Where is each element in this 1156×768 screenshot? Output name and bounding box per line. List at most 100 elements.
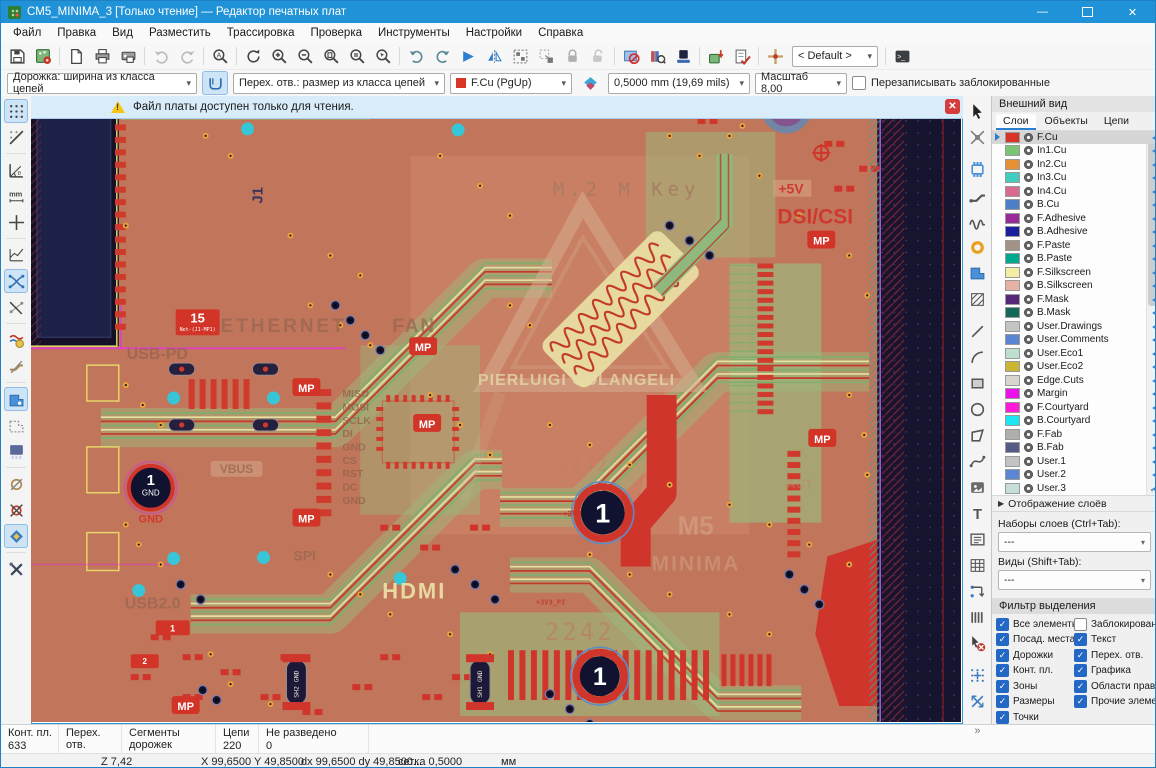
net-class-preset-select[interactable]: < Default >▾ — [792, 46, 878, 67]
add-textbox-button[interactable] — [965, 527, 989, 551]
layer-color-swatch[interactable] — [1005, 132, 1020, 143]
layer-color-swatch[interactable] — [1005, 361, 1020, 372]
add-stackup-table-button[interactable] — [965, 605, 989, 629]
layer-row-B.Fab[interactable]: B.Fab — [992, 441, 1156, 455]
ungroup-button[interactable] — [533, 44, 559, 68]
layer-color-swatch[interactable] — [1005, 415, 1020, 426]
layer-row-F.Cu[interactable]: F.Cu — [992, 131, 1156, 145]
layer-color-swatch[interactable] — [1005, 469, 1020, 480]
zoom-fit-objects-button[interactable] — [344, 44, 370, 68]
layer-row-F.Courtyard[interactable]: F.Courtyard — [992, 401, 1156, 415]
add-image-button[interactable] — [965, 475, 989, 499]
layer-visibility-eye-icon[interactable] — [1024, 349, 1033, 358]
menu-7[interactable]: Настройки — [458, 25, 530, 41]
layer-visibility-eye-icon[interactable] — [1024, 457, 1033, 466]
layer-row-In2.Cu[interactable]: In2.Cu — [992, 158, 1156, 172]
layer-color-swatch[interactable] — [1005, 213, 1020, 224]
layer-visibility-eye-icon[interactable] — [1024, 200, 1033, 209]
filter-checkbox[interactable]: ✓ — [996, 711, 1009, 724]
filter-item-10[interactable]: ✓Размеры — [996, 695, 1074, 709]
rotate-ccw-button[interactable] — [403, 44, 429, 68]
filter-checkbox[interactable]: ✓ — [996, 649, 1009, 662]
menu-4[interactable]: Трассировка — [219, 25, 303, 41]
filter-item-11[interactable]: ✓Прочие элементы — [1074, 695, 1156, 709]
layer-color-swatch[interactable] — [1005, 456, 1020, 467]
close-button[interactable]: ✕ — [1110, 1, 1155, 23]
filter-checkbox[interactable]: ✓ — [1074, 664, 1087, 677]
menu-2[interactable]: Вид — [104, 25, 141, 41]
layer-color-swatch[interactable] — [1005, 199, 1020, 210]
layer-color-swatch[interactable] — [1005, 348, 1020, 359]
layer-row-User.3[interactable]: User.3 — [992, 482, 1156, 496]
layer-visibility-eye-icon[interactable] — [1024, 362, 1033, 371]
add-table-button[interactable] — [965, 553, 989, 577]
layer-row-In4.Cu[interactable]: In4.Cu — [992, 185, 1156, 199]
track-width-select[interactable]: Дорожка: ширина из класса цепей▾ — [7, 73, 197, 94]
layer-color-swatch[interactable] — [1005, 321, 1020, 332]
filter-checkbox[interactable]: ✓ — [996, 633, 1009, 646]
zoom-fit-page-button[interactable] — [318, 44, 344, 68]
filter-item-5[interactable]: ✓Перех. отв. — [1074, 648, 1156, 662]
layer-visibility-eye-icon[interactable] — [1024, 322, 1033, 331]
layer-visibility-eye-icon[interactable] — [1024, 227, 1033, 236]
grid-select[interactable]: 0,5000 mm (19,69 mils)▾ — [608, 73, 750, 94]
presets-select[interactable]: ---▾ — [998, 532, 1151, 552]
layer-visibility-eye-icon[interactable] — [1024, 241, 1033, 250]
zone-fill-display-button[interactable] — [4, 387, 28, 411]
high-contrast-mode-button[interactable] — [4, 524, 28, 548]
layer-row-User.Drawings[interactable]: User.Drawings — [992, 320, 1156, 334]
layer-color-swatch[interactable] — [1005, 267, 1020, 278]
viewports-select[interactable]: ---▾ — [998, 570, 1151, 590]
layer-row-B.Mask[interactable]: B.Mask — [992, 306, 1156, 320]
find-button[interactable]: A — [207, 44, 233, 68]
refresh-view-button[interactable] — [240, 44, 266, 68]
layer-color-swatch[interactable] — [1005, 186, 1020, 197]
layer-color-swatch[interactable] — [1005, 240, 1020, 251]
threed-viewer-button[interactable] — [670, 44, 696, 68]
layer-row-B.Adhesive[interactable]: B.Adhesive — [992, 225, 1156, 239]
layer-visibility-eye-icon[interactable] — [1024, 173, 1033, 182]
menu-6[interactable]: Инструменты — [370, 25, 458, 41]
hide-drawing-sheet-button[interactable] — [618, 44, 644, 68]
layer-row-User.Comments[interactable]: User.Comments — [992, 333, 1156, 347]
layer-color-swatch[interactable] — [1005, 172, 1020, 183]
filter-item-6[interactable]: ✓Конт. пл. — [996, 664, 1074, 678]
layer-row-User.2[interactable]: User.2 — [992, 468, 1156, 482]
unlock-button[interactable] — [585, 44, 611, 68]
layer-visibility-eye-icon[interactable] — [1024, 268, 1033, 277]
infobar-close-button[interactable]: ✕ — [945, 99, 960, 114]
layer-row-B.Paste[interactable]: B.Paste — [992, 252, 1156, 266]
board-setup-button[interactable] — [30, 44, 56, 68]
filter-item-0[interactable]: ✓Все элементы — [996, 617, 1074, 631]
layer-color-swatch[interactable] — [1005, 280, 1020, 291]
layer-row-F.Silkscreen[interactable]: F.Silkscreen — [992, 266, 1156, 280]
layer-visibility-eye-icon[interactable] — [1024, 214, 1033, 223]
grid-origin-button[interactable] — [965, 663, 989, 687]
add-via-button[interactable] — [965, 235, 989, 259]
menu-0[interactable]: Файл — [5, 25, 49, 41]
zone-outline-display-button[interactable] — [4, 413, 28, 437]
layer-color-swatch[interactable] — [1005, 226, 1020, 237]
layer-visibility-eye-icon[interactable] — [1024, 295, 1033, 304]
show-grid-button[interactable] — [4, 99, 28, 123]
ratsnest-selection-button[interactable] — [4, 295, 28, 319]
footprint-library-browser-button[interactable] — [644, 44, 670, 68]
draw-circle-button[interactable] — [965, 397, 989, 421]
draw-line-button[interactable] — [965, 319, 989, 343]
menu-1[interactable]: Правка — [49, 25, 104, 41]
minimize-button[interactable]: — — [1020, 1, 1065, 23]
select-tool-button[interactable] — [965, 99, 989, 123]
layer-visibility-eye-icon[interactable] — [1024, 335, 1033, 344]
print-button[interactable] — [89, 44, 115, 68]
layer-row-B.Silkscreen[interactable]: B.Silkscreen — [992, 279, 1156, 293]
draw-rectangle-button[interactable] — [965, 371, 989, 395]
filter-item-2[interactable]: ✓Посад. места — [996, 633, 1074, 647]
layer-color-swatch[interactable] — [1005, 159, 1020, 170]
auto-track-width-button[interactable] — [202, 71, 228, 95]
tab-Объекты[interactable]: Объекты — [1038, 114, 1095, 130]
layer-visibility-eye-icon[interactable] — [1024, 146, 1033, 155]
layer-color-swatch[interactable] — [1005, 307, 1020, 318]
layer-row-User.Eco1[interactable]: User.Eco1 — [992, 347, 1156, 361]
layer-row-F.Fab[interactable]: F.Fab — [992, 428, 1156, 442]
pad-display-mode-button[interactable] — [4, 472, 28, 496]
